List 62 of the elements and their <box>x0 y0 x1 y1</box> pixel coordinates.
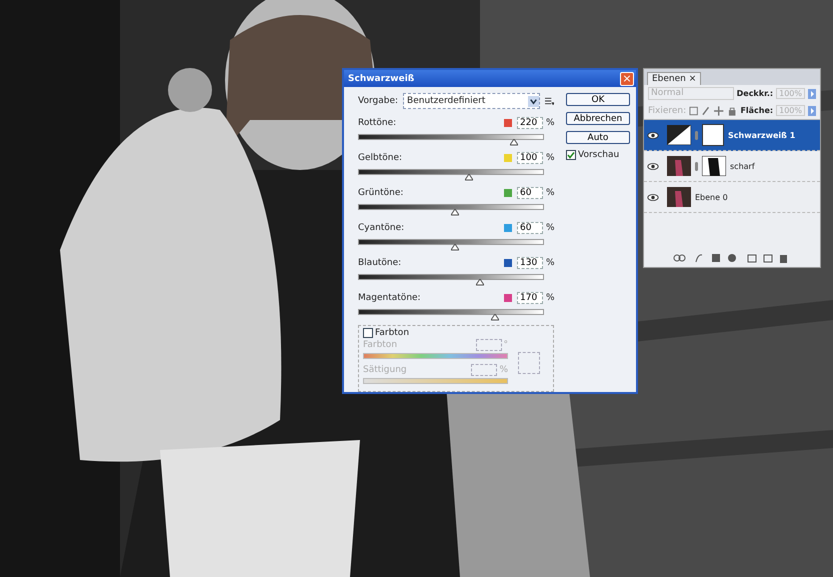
saturation-label: Sättigung <box>363 364 408 374</box>
channel-label: Cyantöne: <box>358 223 406 233</box>
image-thumbnail <box>667 187 691 207</box>
layer-row[interactable]: Schwarzweiß 1 <box>644 120 820 151</box>
dialog-button[interactable]: Auto <box>566 131 630 144</box>
eye-icon[interactable] <box>647 130 659 140</box>
value-field[interactable]: 170 <box>517 292 543 304</box>
dialog-button[interactable]: Abbrechen <box>566 112 630 125</box>
lock-icons-drawing[interactable] <box>689 106 738 116</box>
fill-label: Fläche: <box>740 106 774 115</box>
panel-tab[interactable]: Ebenen × <box>647 72 702 85</box>
eye-icon[interactable] <box>647 162 659 170</box>
link-icon <box>695 162 698 170</box>
link-icon <box>695 130 698 140</box>
eye-icon[interactable] <box>647 192 659 202</box>
arrow-icon[interactable] <box>808 106 816 116</box>
value-field[interactable]: 220 <box>517 117 543 129</box>
preset-dropdown[interactable]: Benutzerdefiniert <box>403 93 540 109</box>
value-field[interactable]: 60 <box>517 187 543 199</box>
window-title: Schwarzweiß <box>348 74 414 84</box>
layer-name: Ebene 0 <box>695 192 728 202</box>
adjustment-thumbnail <box>667 125 691 145</box>
channel-label: Rottöne: <box>358 118 398 128</box>
channel-label: Blautöne: <box>358 258 402 268</box>
layer-name: scharf <box>730 162 755 170</box>
degree-label: ° <box>504 340 508 350</box>
tint-swatch <box>518 352 540 374</box>
opacity-label: Deckkr.: <box>736 89 774 98</box>
image-thumbnail <box>667 156 691 176</box>
layer-name: Schwarzweiß 1 <box>728 130 796 140</box>
value-field[interactable]: 60 <box>517 222 543 234</box>
unit-label: % <box>546 118 554 128</box>
hue-label: Farbton <box>363 340 398 350</box>
preset-options-icon[interactable] <box>545 97 554 105</box>
channel-label: Grüntöne: <box>358 188 404 198</box>
unit-label: % <box>546 223 554 233</box>
value-field[interactable]: 100 <box>517 152 543 164</box>
dropdown-arrow-icon <box>528 96 539 106</box>
tint-label: Farbton <box>375 328 410 338</box>
layer-row[interactable]: scharf <box>644 151 820 182</box>
preview-checkbox[interactable] <box>566 150 576 160</box>
mask-thumbnail <box>702 124 724 146</box>
unit-label: % <box>546 258 554 268</box>
unit-label: % <box>546 293 554 303</box>
tab-close-icon[interactable]: × <box>688 74 696 84</box>
close-button[interactable]: × <box>620 72 634 86</box>
unit-label: % <box>546 153 554 163</box>
lock-label: Fixieren: <box>648 106 686 116</box>
percent-label: % <box>499 364 508 374</box>
mask-thumbnail <box>702 156 726 176</box>
preview-label: Vorschau <box>578 150 620 160</box>
arrow-icon[interactable] <box>808 88 816 98</box>
layer-row[interactable]: Ebene 0 <box>644 182 820 213</box>
value-field[interactable]: 130 <box>517 257 543 269</box>
hue-field[interactable] <box>476 338 502 350</box>
tint-checkbox[interactable] <box>363 328 373 338</box>
preset-label: Vorgabe: <box>358 96 398 106</box>
dialog-button[interactable]: OK <box>566 93 630 106</box>
channel-label: Magentatöne: <box>358 293 422 303</box>
channel-label: Gelbtöne: <box>358 153 404 163</box>
saturation-field[interactable] <box>471 364 498 376</box>
unit-label: % <box>546 188 554 198</box>
